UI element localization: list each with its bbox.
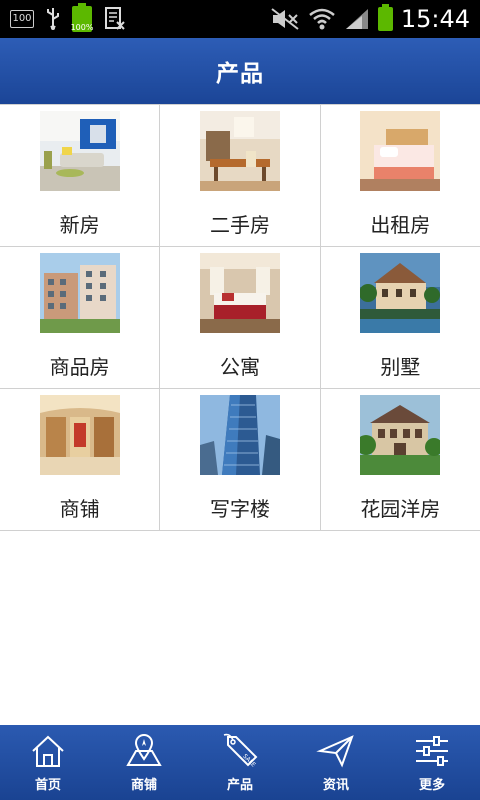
mute-icon xyxy=(271,8,299,30)
status-bar: 100 100% 15:44 xyxy=(0,0,480,38)
notification-badge: 100 xyxy=(10,10,34,28)
bottom-nav: 首页 商铺 SALE 产品 资讯 更多 xyxy=(0,725,480,800)
status-bar-left: 100 100% xyxy=(10,3,126,33)
garden-house-photo xyxy=(360,395,441,475)
rental-house-photo xyxy=(360,111,441,191)
nav-label: 首页 xyxy=(34,778,61,793)
nav-label: 资讯 xyxy=(322,778,349,793)
battery-percent-label: 100% xyxy=(70,23,94,32)
signal-icon xyxy=(345,9,368,29)
home-icon xyxy=(32,735,64,767)
grid-item-commercial-housing[interactable]: 商品房 xyxy=(0,247,161,388)
nav-item-news[interactable]: 资讯 xyxy=(288,725,384,800)
office-building-photo xyxy=(199,395,280,475)
paper-plane-icon xyxy=(316,735,354,768)
commercial-housing-photo xyxy=(39,253,120,333)
page-title: 产品 xyxy=(216,61,264,87)
wifi-icon xyxy=(309,8,335,30)
grid-item-garden-house[interactable]: 花园洋房 xyxy=(321,389,480,530)
nav-item-products[interactable]: SALE 产品 xyxy=(192,725,288,800)
grid-item-label: 二手房 xyxy=(209,213,270,237)
grid-item-office-building[interactable]: 写字楼 xyxy=(160,389,321,530)
grid-item-label: 别墅 xyxy=(380,355,421,379)
nav-label: 更多 xyxy=(418,778,445,793)
status-bar-right: 15:44 xyxy=(270,3,470,35)
grid-item-villa[interactable]: 别墅 xyxy=(321,247,480,388)
grid-item-label: 商品房 xyxy=(49,355,110,379)
villa-photo xyxy=(360,253,441,333)
new-house-photo xyxy=(39,111,120,191)
grid-item-shop[interactable]: 商铺 xyxy=(0,389,161,530)
usb-icon xyxy=(47,8,59,30)
grid-item-label: 出租房 xyxy=(370,213,431,237)
sliders-icon xyxy=(416,736,448,766)
grid-item-second-hand-house[interactable]: 二手房 xyxy=(160,105,321,246)
clock: 15:44 xyxy=(400,5,470,33)
apartment-photo xyxy=(199,253,280,333)
shop-photo xyxy=(39,395,120,475)
second-hand-house-photo xyxy=(199,111,280,191)
grid-item-label: 写字楼 xyxy=(209,497,270,521)
grid-item-label: 商铺 xyxy=(59,497,100,521)
grid-item-apartment[interactable]: 公寓 xyxy=(160,247,321,388)
product-grid: 新房 二手房 出租房 商品房 公寓 别墅 商铺 写字楼 花园洋房 xyxy=(0,104,480,531)
grid-item-new-house[interactable]: 新房 xyxy=(0,105,161,246)
battery-icon xyxy=(377,4,393,31)
grid-item-rental-house[interactable]: 出租房 xyxy=(321,105,480,246)
nav-item-shops[interactable]: 商铺 xyxy=(96,725,192,800)
grid-row: 商品房 公寓 别墅 xyxy=(0,247,480,389)
nav-item-more[interactable]: 更多 xyxy=(384,725,480,800)
app-header: 产品 xyxy=(0,38,480,104)
map-icon xyxy=(126,734,162,766)
document-icon xyxy=(105,7,125,30)
grid-row: 商铺 写字楼 花园洋房 xyxy=(0,389,480,531)
sale-tag-icon: SALE xyxy=(223,733,258,769)
nav-label: 商铺 xyxy=(130,778,157,793)
nav-item-home[interactable]: 首页 xyxy=(0,725,96,800)
grid-item-label: 公寓 xyxy=(219,355,260,379)
nav-label: 产品 xyxy=(226,778,253,793)
grid-row: 新房 二手房 出租房 xyxy=(0,105,480,247)
grid-item-label: 花园洋房 xyxy=(360,497,441,521)
grid-item-label: 新房 xyxy=(59,213,100,237)
battery-notification-icon: 100% xyxy=(70,3,94,32)
